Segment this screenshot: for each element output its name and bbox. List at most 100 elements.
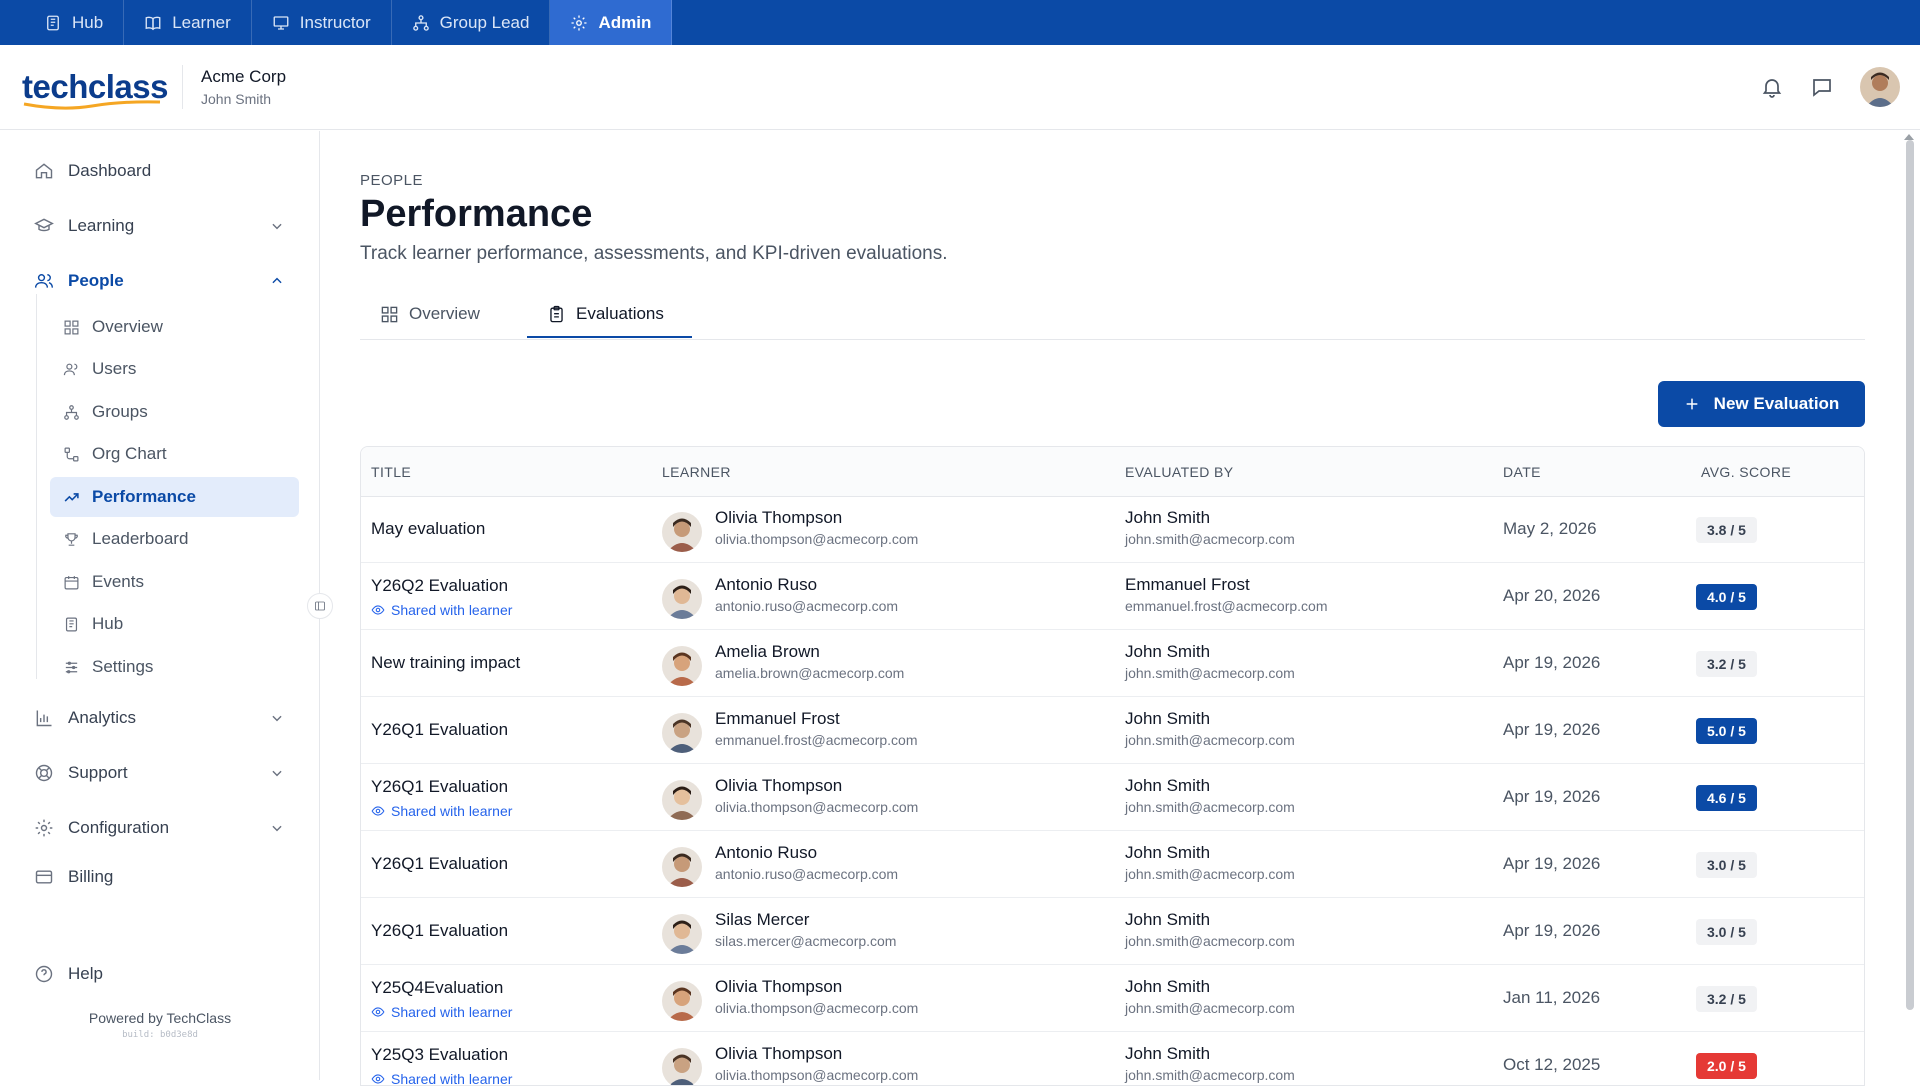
evaluation-title-cell: New training impact	[371, 653, 520, 673]
evaluator-cell: John Smith john.smith@acmecorp.com	[1125, 642, 1295, 681]
evaluation-title-cell: Y26Q1 Evaluation	[371, 720, 508, 740]
learner-email: antonio.ruso@acmecorp.com	[715, 598, 899, 614]
nav-support[interactable]: Support	[34, 755, 284, 791]
learner-name[interactable]: Olivia Thompson	[715, 508, 918, 528]
shared-with-learner-badge: Shared with learner	[371, 1071, 512, 1085]
subnav-settings[interactable]: Settings	[50, 647, 299, 687]
chat-icon[interactable]	[1810, 75, 1834, 99]
table-row[interactable]: Y26Q1 Evaluation Emmanuel Frost emmanuel.f…	[361, 698, 1864, 764]
home-icon	[35, 163, 53, 179]
table-row[interactable]: Y26Q1 Evaluation Shared with learner Olivi…	[361, 765, 1864, 831]
role-group-lead[interactable]: Group Lead	[392, 0, 551, 45]
subnav-leaderboard[interactable]: Leaderboard	[50, 519, 299, 559]
learner-name[interactable]: Olivia Thompson	[715, 977, 918, 997]
build-hash: build: b0d3e8d	[122, 1030, 198, 1040]
learner-name[interactable]: Antonio Ruso	[715, 575, 898, 595]
table-row[interactable]: May evaluation Olivia Thompson olivia.thom…	[361, 497, 1864, 563]
plus-icon	[1686, 398, 1698, 410]
nav-learning[interactable]: Learning	[34, 208, 284, 244]
table-row[interactable]: Y25Q4Evaluation Shared with learner Olivia…	[361, 966, 1864, 1032]
evaluator-name: John Smith	[1125, 508, 1211, 527]
table-row[interactable]: Y25Q3 Evaluation Shared with learner Olivi…	[361, 1033, 1864, 1085]
role-admin[interactable]: Admin	[550, 0, 673, 45]
nav-dashboard[interactable]: Dashboard	[34, 153, 284, 189]
table-row[interactable]: Y26Q2 Evaluation Shared with learner Anton…	[361, 564, 1864, 630]
evaluator-name: John Smith	[1125, 776, 1211, 795]
column-header-title[interactable]: TITLE	[371, 464, 411, 480]
evaluations-table: TITLE LEARNER EVALUATED BY DATE AVG. SCO…	[360, 446, 1865, 1086]
book-stack-icon	[65, 617, 78, 631]
subnav-overview[interactable]: Overview	[50, 307, 299, 347]
subnav-groups[interactable]: Groups	[50, 392, 299, 432]
learner-name[interactable]: Antonio Ruso	[715, 843, 898, 863]
evaluator-cell: John Smith john.smith@acmecorp.com	[1125, 1044, 1295, 1083]
hierarchy-icon	[64, 404, 79, 420]
learner-avatar	[662, 780, 702, 820]
learner-avatar	[662, 981, 702, 1021]
evaluation-title-cell: Y25Q4Evaluation Shared with learner	[371, 978, 512, 1020]
avatar-image	[1860, 67, 1900, 107]
shared-with-learner-badge: Shared with learner	[371, 1004, 512, 1020]
learner-email: silas.mercer@acmecorp.com	[715, 933, 897, 949]
tab-overview[interactable]: Overview	[380, 288, 480, 340]
avg-score-badge: 3.0 / 5	[1696, 919, 1757, 945]
subnav-hub[interactable]: Hub	[50, 604, 299, 644]
evaluation-title-cell: Y26Q1 Evaluation	[371, 921, 508, 941]
evaluator-email: john.smith@acmecorp.com	[1125, 531, 1295, 547]
org-chart-icon	[64, 447, 79, 461]
table-row[interactable]: Y26Q1 Evaluation Silas Mercer silas.mercer…	[361, 899, 1864, 965]
nav-billing[interactable]: Billing	[34, 859, 284, 895]
nav-help[interactable]: Help	[34, 956, 284, 992]
subnav-events[interactable]: Events	[50, 562, 299, 602]
new-evaluation-button[interactable]: New Evaluation	[1658, 381, 1865, 427]
nav-people[interactable]: People	[34, 263, 284, 299]
bell-icon[interactable]	[1760, 75, 1784, 99]
learner-name[interactable]: Silas Mercer	[715, 910, 896, 930]
users-icon	[63, 363, 78, 375]
subnav-org-chart[interactable]: Org Chart	[50, 434, 299, 474]
learner-name[interactable]: Olivia Thompson	[715, 776, 918, 796]
avg-score-badge: 4.6 / 5	[1696, 785, 1757, 811]
table-row[interactable]: New training impact Amelia Brown amelia.br…	[361, 631, 1864, 697]
evaluator-cell: Emmanuel Frost emmanuel.frost@acmecorp.co…	[1125, 575, 1328, 614]
tab-evaluations[interactable]: Evaluations	[547, 288, 664, 340]
column-header-evaluated-by[interactable]: EVALUATED BY	[1125, 464, 1234, 480]
evaluation-title: New training impact	[371, 653, 521, 672]
evaluation-date: Apr 19, 2026	[1503, 787, 1601, 806]
nav-configuration[interactable]: Configuration	[34, 810, 284, 846]
table-row[interactable]: Y26Q1 Evaluation Antonio Ruso antonio.ruso…	[361, 832, 1864, 898]
role-instructor[interactable]: Instructor	[252, 0, 392, 45]
org-name: Acme Corp	[201, 67, 287, 86]
techclass-logo[interactable]: techclass	[22, 68, 168, 110]
learner-name[interactable]: Amelia Brown	[715, 642, 904, 662]
chevron-down-icon	[272, 223, 282, 230]
user-avatar[interactable]	[1860, 67, 1900, 107]
column-header-date[interactable]: DATE	[1503, 464, 1541, 480]
page-scrollbar[interactable]	[1906, 140, 1914, 1010]
evaluation-title: Y25Q4Evaluation	[371, 978, 504, 997]
learner-name[interactable]: Olivia Thompson	[715, 1044, 918, 1064]
evaluation-title-cell: May evaluation	[371, 519, 485, 539]
trophy-icon	[65, 532, 78, 546]
users-icon	[34, 274, 54, 288]
subnav-users[interactable]: Users	[50, 349, 299, 389]
role-learner[interactable]: Learner	[124, 0, 252, 45]
sidebar-collapse-button[interactable]	[307, 593, 333, 619]
learner-cell: Amelia Brown amelia.brown@acmecorp.com	[715, 642, 904, 681]
org-info: Acme Corp John Smith	[182, 65, 286, 109]
column-header-avg-score[interactable]: AVG. SCORE	[1701, 464, 1791, 480]
role-hub[interactable]: Hub	[24, 0, 125, 45]
learner-cell: Silas Mercer silas.mercer@acmecorp.com	[715, 910, 896, 949]
column-header-learner[interactable]: LEARNER	[662, 464, 731, 480]
nav-analytics[interactable]: Analytics	[34, 700, 284, 736]
evaluation-title: Y26Q1 Evaluation	[371, 854, 509, 873]
avg-score-badge: 2.0 / 5	[1696, 1053, 1757, 1079]
learner-cell: Olivia Thompson olivia.thompson@acmecorp.…	[715, 508, 918, 547]
evaluator-email: john.smith@acmecorp.com	[1125, 665, 1295, 681]
grid-icon	[381, 306, 398, 322]
subnav-performance[interactable]: Performance	[50, 477, 299, 517]
main-content: PEOPLE Performance Track learner perform…	[360, 131, 1865, 1086]
learner-name[interactable]: Emmanuel Frost	[715, 709, 918, 729]
evaluator-name: John Smith	[1125, 910, 1211, 929]
learner-email: olivia.thompson@acmecorp.com	[715, 799, 919, 815]
